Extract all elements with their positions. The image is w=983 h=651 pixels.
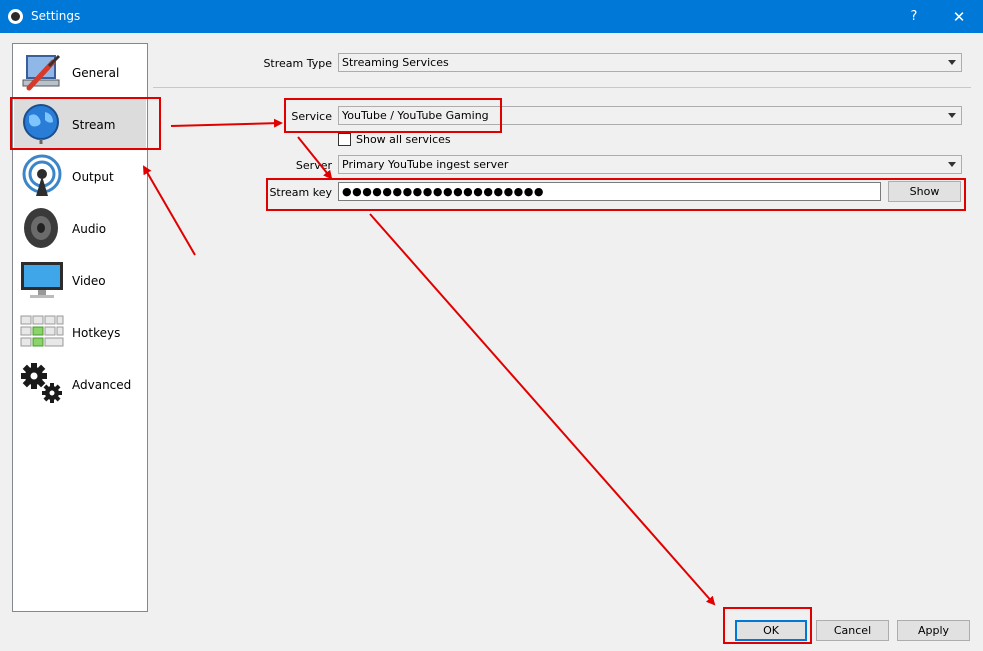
chevron-down-icon (948, 60, 956, 65)
sidebar-item-advanced[interactable]: Advanced (14, 358, 146, 410)
help-button[interactable]: ? (902, 6, 926, 28)
globe-icon (23, 104, 59, 144)
service-value: YouTube / YouTube Gaming (342, 109, 489, 122)
sidebar-item-audio[interactable]: Audio (14, 202, 146, 254)
speaker-icon (24, 208, 58, 248)
ok-button[interactable]: OK (735, 620, 807, 641)
sidebar-item-label: Output (72, 170, 114, 184)
sidebar-item-stream[interactable]: Stream (14, 98, 146, 150)
sidebar-item-general[interactable]: General (14, 46, 146, 98)
stream-type-label: Stream Type (263, 57, 332, 70)
gears-icon (21, 363, 62, 403)
sidebar-item-label: Stream (72, 118, 116, 132)
stream-key-label: Stream key (269, 186, 332, 199)
sidebar-item-label: Audio (72, 222, 107, 236)
stream-type-select[interactable]: Streaming Services (338, 53, 962, 72)
service-select[interactable]: YouTube / YouTube Gaming (338, 106, 962, 125)
show-key-button[interactable]: Show (888, 181, 961, 202)
title-bar: Settings ? ✕ (0, 0, 983, 33)
sidebar-item-hotkeys[interactable]: Hotkeys (14, 306, 146, 358)
arrow-to-ok (369, 213, 716, 606)
sidebar-item-label: Advanced (72, 378, 132, 392)
chevron-down-icon (948, 113, 956, 118)
show-all-services-checkbox[interactable] (338, 133, 351, 146)
window-title: Settings (31, 9, 81, 23)
service-label: Service (291, 110, 332, 123)
sidebar-item-label: Hotkeys (72, 326, 121, 340)
sidebar-item-label: Video (72, 274, 106, 288)
sidebar-item-label: General (72, 66, 120, 80)
server-value: Primary YouTube ingest server (342, 158, 509, 171)
stream-key-input[interactable]: ●●●●●●●●●●●●●●●●●●●● (338, 182, 881, 201)
section-divider (153, 87, 971, 88)
settings-sidebar: General Stream Output Audio Video Hotkey… (12, 43, 148, 612)
server-label: Server (295, 159, 332, 172)
apply-button[interactable]: Apply (897, 620, 970, 641)
monitor-icon (21, 262, 63, 298)
arrow-to-stream (142, 165, 196, 256)
show-all-services-label: Show all services (356, 133, 451, 146)
chevron-down-icon (948, 162, 956, 167)
arrow-to-service (170, 118, 283, 128)
server-select[interactable]: Primary YouTube ingest server (338, 155, 962, 174)
keyboard-icon (20, 315, 64, 347)
stream-type-value: Streaming Services (342, 56, 449, 69)
general-icon (22, 54, 61, 91)
obs-logo-icon (8, 9, 23, 24)
cancel-button[interactable]: Cancel (816, 620, 889, 641)
close-button[interactable]: ✕ (945, 6, 973, 28)
sidebar-item-video[interactable]: Video (14, 254, 146, 306)
sidebar-item-output[interactable]: Output (14, 150, 146, 202)
broadcast-icon (22, 154, 62, 196)
